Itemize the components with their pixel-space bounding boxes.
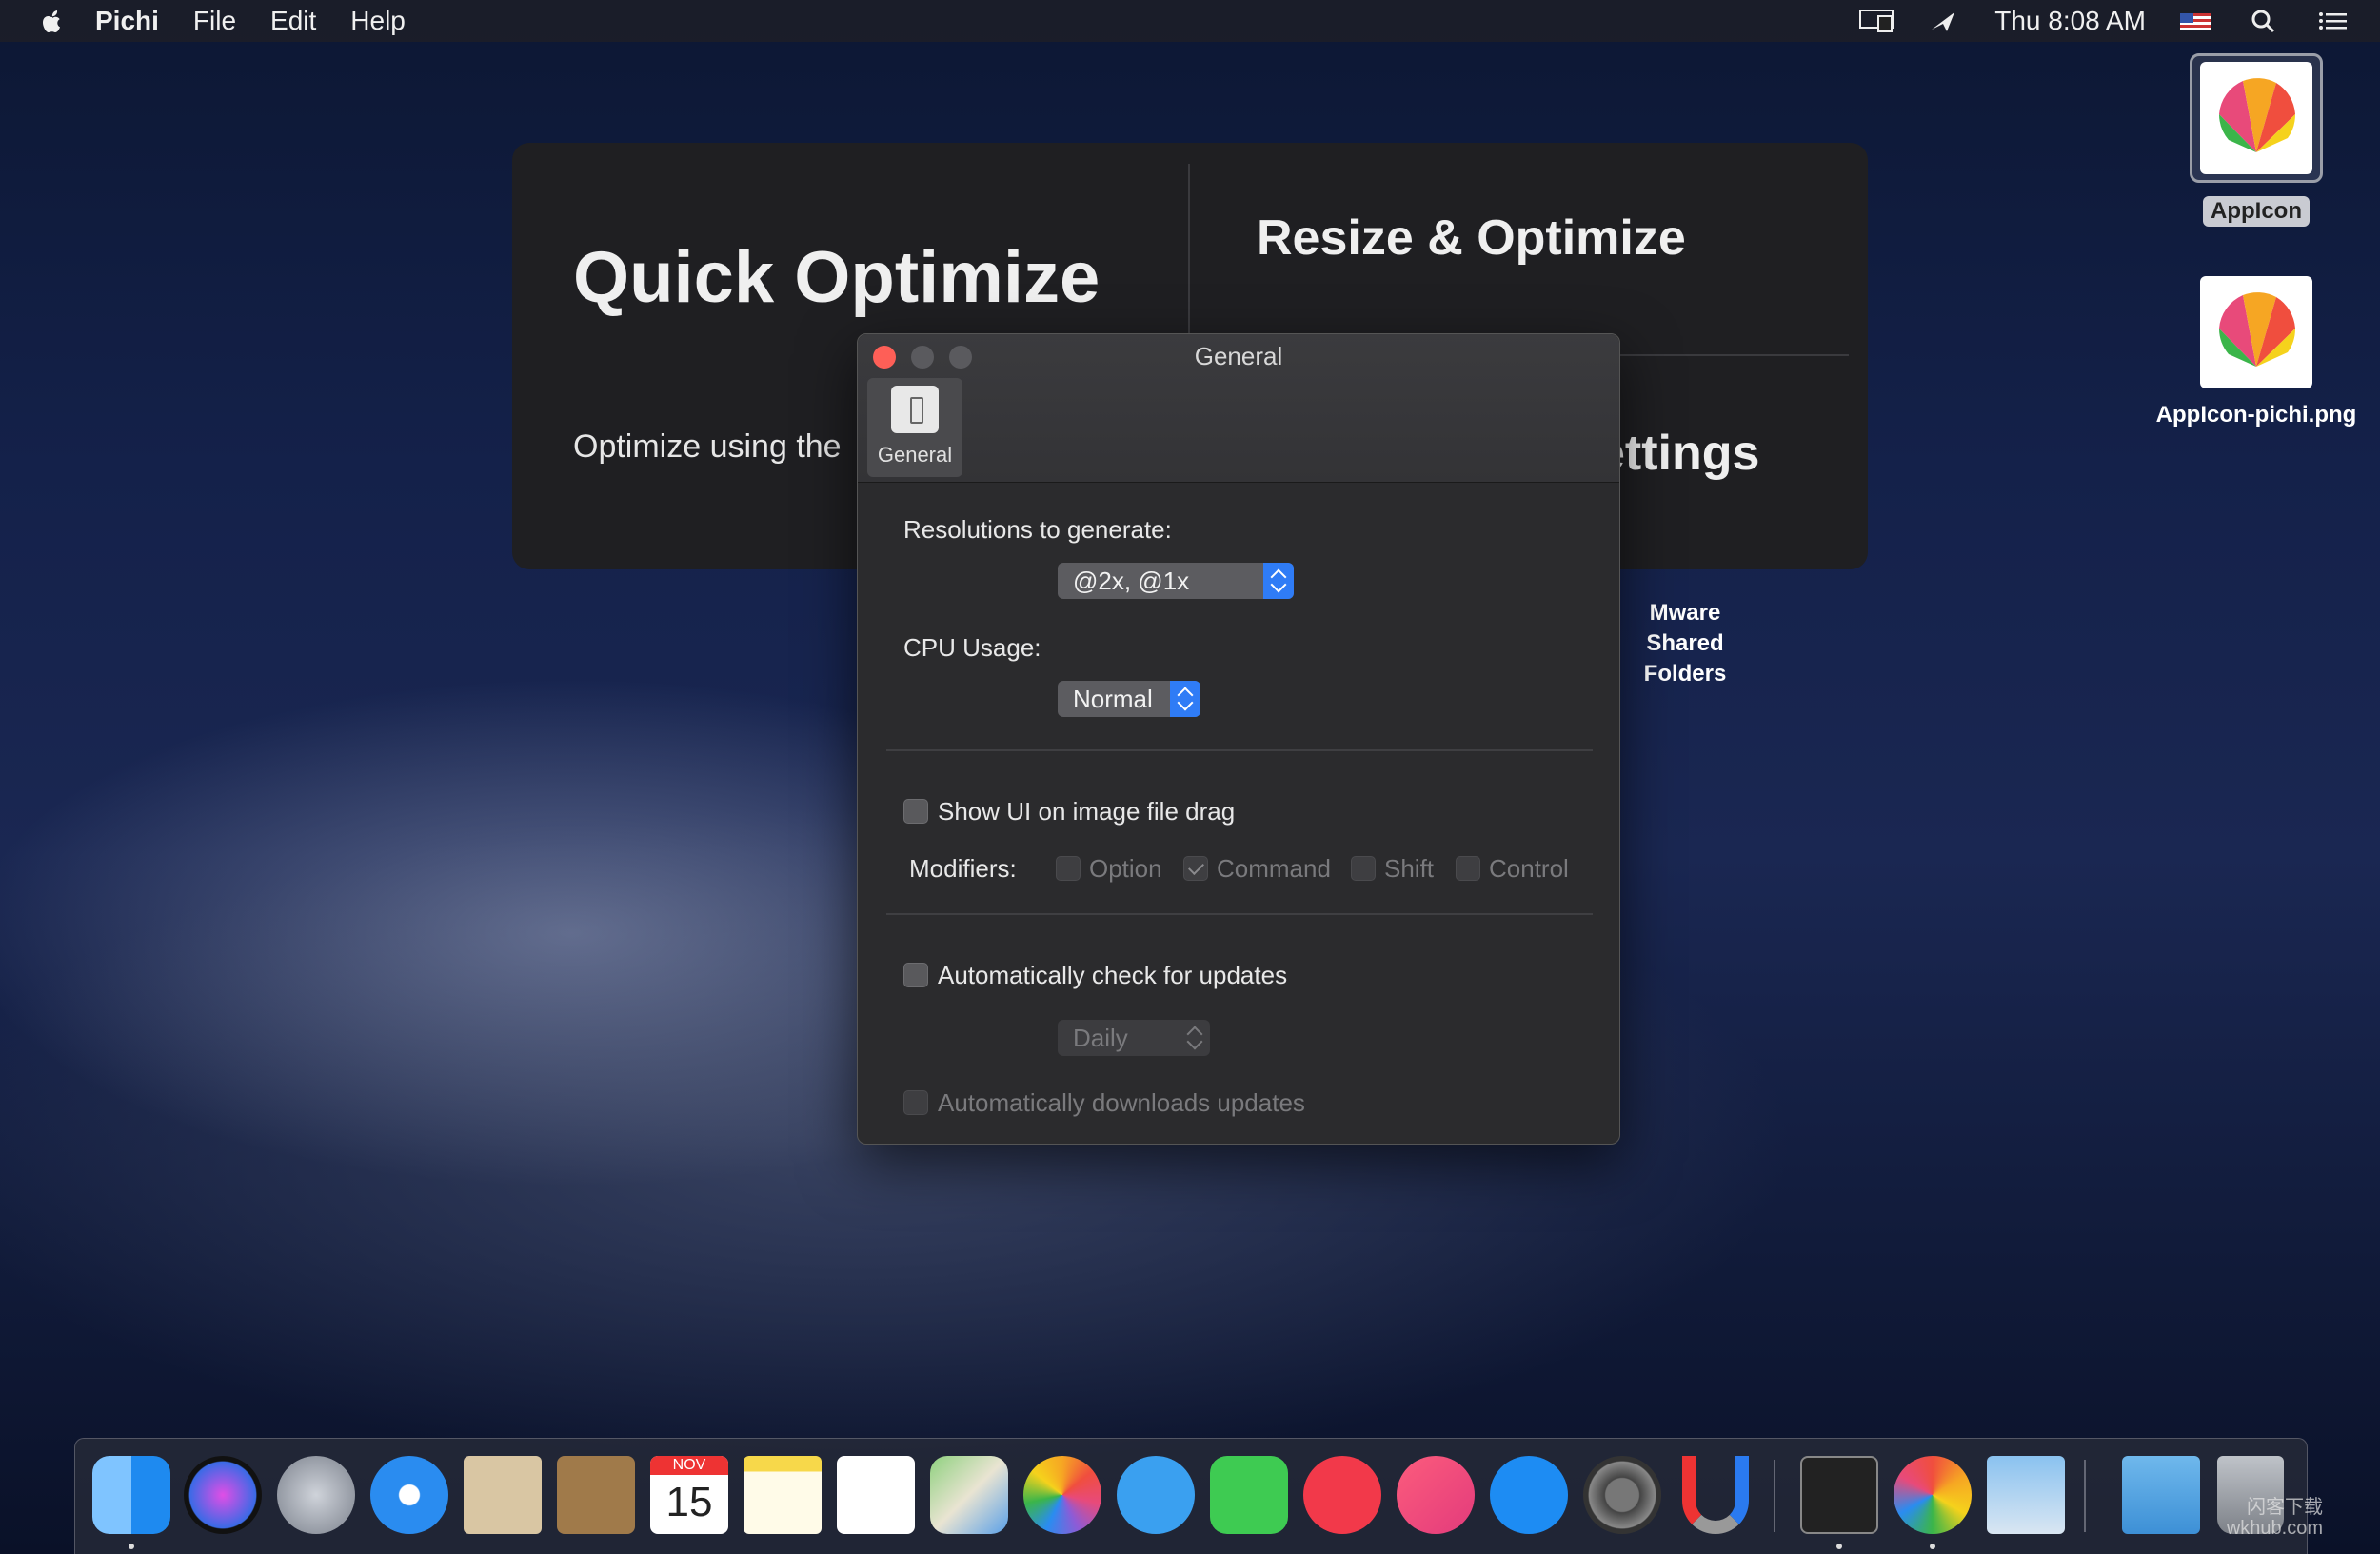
modifier-option-checkbox[interactable] xyxy=(1056,856,1081,881)
pichi-png-thumbnail-icon xyxy=(2200,276,2312,388)
chevron-updown-icon xyxy=(1170,681,1200,717)
show-ui-label: Show UI on image file drag xyxy=(938,797,1236,826)
pichi-logo-icon xyxy=(2200,62,2312,174)
app-store-icon[interactable] xyxy=(1490,1456,1568,1534)
auto-check-updates-checkbox[interactable] xyxy=(903,963,928,987)
auto-check-updates-label: Automatically check for updates xyxy=(938,961,1288,989)
separator xyxy=(886,749,1593,751)
modifier-control-label: Control xyxy=(1489,854,1569,883)
watermark: 闪客下载 wkhub.com xyxy=(2227,1497,2323,1539)
notes-icon[interactable] xyxy=(744,1456,822,1534)
desktop-icon-appicon[interactable]: AppIcon xyxy=(2190,53,2323,227)
menu-help[interactable]: Help xyxy=(350,6,406,36)
messages-icon[interactable] xyxy=(1117,1456,1195,1534)
switch-icon xyxy=(891,386,939,433)
chevron-updown-icon xyxy=(1263,563,1294,599)
window-titlebar[interactable]: General General xyxy=(858,334,1619,483)
desktop-icon-label: AppIcon-pichi.png xyxy=(2155,402,2357,428)
siri-icon[interactable] xyxy=(184,1456,262,1534)
modifiers-label: Modifiers: xyxy=(909,854,1017,883)
watermark-line2: wkhub.com xyxy=(2226,1518,2323,1539)
music-icon[interactable] xyxy=(1397,1456,1475,1534)
watermark-line1: 闪客下载 xyxy=(2247,1497,2323,1518)
safari-icon[interactable] xyxy=(370,1456,448,1534)
separator xyxy=(886,913,1593,915)
launchpad-icon[interactable] xyxy=(277,1456,355,1534)
dock-separator xyxy=(1774,1460,1775,1532)
modifier-shift-label: Shift xyxy=(1384,854,1435,883)
preview-icon[interactable] xyxy=(1987,1456,2065,1534)
facetime-icon[interactable] xyxy=(1210,1456,1288,1534)
notification-center-icon[interactable] xyxy=(2313,7,2351,35)
update-frequency-value: Daily xyxy=(1073,1024,1128,1052)
cpu-usage-popup[interactable]: Normal xyxy=(1058,681,1200,717)
auto-download-label: Automatically downloads updates xyxy=(938,1088,1305,1117)
vmware-shared-folders-label[interactable]: Mware Shared Folders xyxy=(1609,598,1761,689)
cpu-usage-label: CPU Usage: xyxy=(903,633,1041,662)
menu-edit[interactable]: Edit xyxy=(270,6,316,36)
photos-icon[interactable] xyxy=(1023,1456,1101,1534)
reminders-icon[interactable] xyxy=(837,1456,915,1534)
us-flag-icon[interactable] xyxy=(2176,7,2214,35)
pichi-icon[interactable] xyxy=(1894,1456,1972,1534)
modifier-command-checkbox[interactable] xyxy=(1183,856,1208,881)
calendar-icon[interactable]: NOV 15 xyxy=(650,1456,728,1534)
magnet-icon[interactable] xyxy=(1682,1456,1749,1534)
resolutions-value: @2x, @1x xyxy=(1073,567,1190,595)
desktop-icon-appicon-png[interactable]: AppIcon-pichi.png xyxy=(2142,276,2370,428)
resize-optimize-title[interactable]: Resize & Optimize xyxy=(1257,209,1686,267)
cpu-usage-value: Normal xyxy=(1073,685,1153,713)
share-arrow-icon[interactable] xyxy=(1926,7,1964,35)
show-ui-checkbox[interactable] xyxy=(903,799,928,824)
modifier-command-label: Command xyxy=(1217,854,1331,883)
window-title: General xyxy=(1194,342,1283,370)
running-indicator xyxy=(1930,1544,1935,1549)
update-frequency-popup[interactable]: Daily xyxy=(1058,1020,1210,1056)
maps-icon[interactable] xyxy=(930,1456,1008,1534)
mail-icon[interactable] xyxy=(464,1456,542,1534)
general-preferences-window: General General Resolutions to generate:… xyxy=(857,333,1620,1145)
dock: NOV 15 xyxy=(74,1438,2308,1554)
system-preferences-icon[interactable] xyxy=(1583,1456,1661,1534)
clock[interactable]: Thu 8:08 AM xyxy=(1994,6,2146,36)
quick-optimize-subtitle: Optimize using the xyxy=(573,428,842,465)
resolutions-popup[interactable]: @2x, @1x xyxy=(1058,563,1294,599)
menu-app-name[interactable]: Pichi xyxy=(95,6,159,36)
chevron-updown-icon xyxy=(1180,1020,1210,1056)
toolbar-general-tab[interactable]: General xyxy=(867,378,962,477)
calendar-month: NOV xyxy=(650,1456,728,1475)
modifier-option-label: Option xyxy=(1089,854,1162,883)
modifier-control-checkbox[interactable] xyxy=(1456,856,1480,881)
resolutions-label: Resolutions to generate: xyxy=(903,515,1172,544)
running-indicator xyxy=(1836,1544,1842,1549)
apple-menu-icon[interactable] xyxy=(38,7,67,35)
auto-download-checkbox[interactable] xyxy=(903,1090,928,1115)
spotlight-search-icon[interactable] xyxy=(2245,7,2283,35)
dock-separator xyxy=(2084,1460,2086,1532)
running-indicator xyxy=(129,1544,134,1549)
downloads-folder-icon[interactable] xyxy=(2122,1456,2200,1534)
news-icon[interactable] xyxy=(1303,1456,1381,1534)
settings-title[interactable]: ettings xyxy=(1597,425,1759,482)
quick-optimize-title[interactable]: Quick Optimize xyxy=(573,234,1144,322)
desktop-icon-label: AppIcon xyxy=(2203,196,2310,227)
calendar-day: 15 xyxy=(665,1479,713,1525)
finder-icon[interactable] xyxy=(92,1456,170,1534)
modifier-shift-checkbox[interactable] xyxy=(1351,856,1376,881)
menu-file[interactable]: File xyxy=(193,6,236,36)
terminal-icon[interactable] xyxy=(1800,1456,1878,1534)
toolbar-general-label: General xyxy=(877,443,953,467)
menu-bar: Pichi File Edit Help Thu 8:08 AM xyxy=(0,0,2380,42)
contacts-icon[interactable] xyxy=(557,1456,635,1534)
airplay-display-icon[interactable] xyxy=(1857,7,1895,35)
appicon-selection-frame xyxy=(2190,53,2323,183)
